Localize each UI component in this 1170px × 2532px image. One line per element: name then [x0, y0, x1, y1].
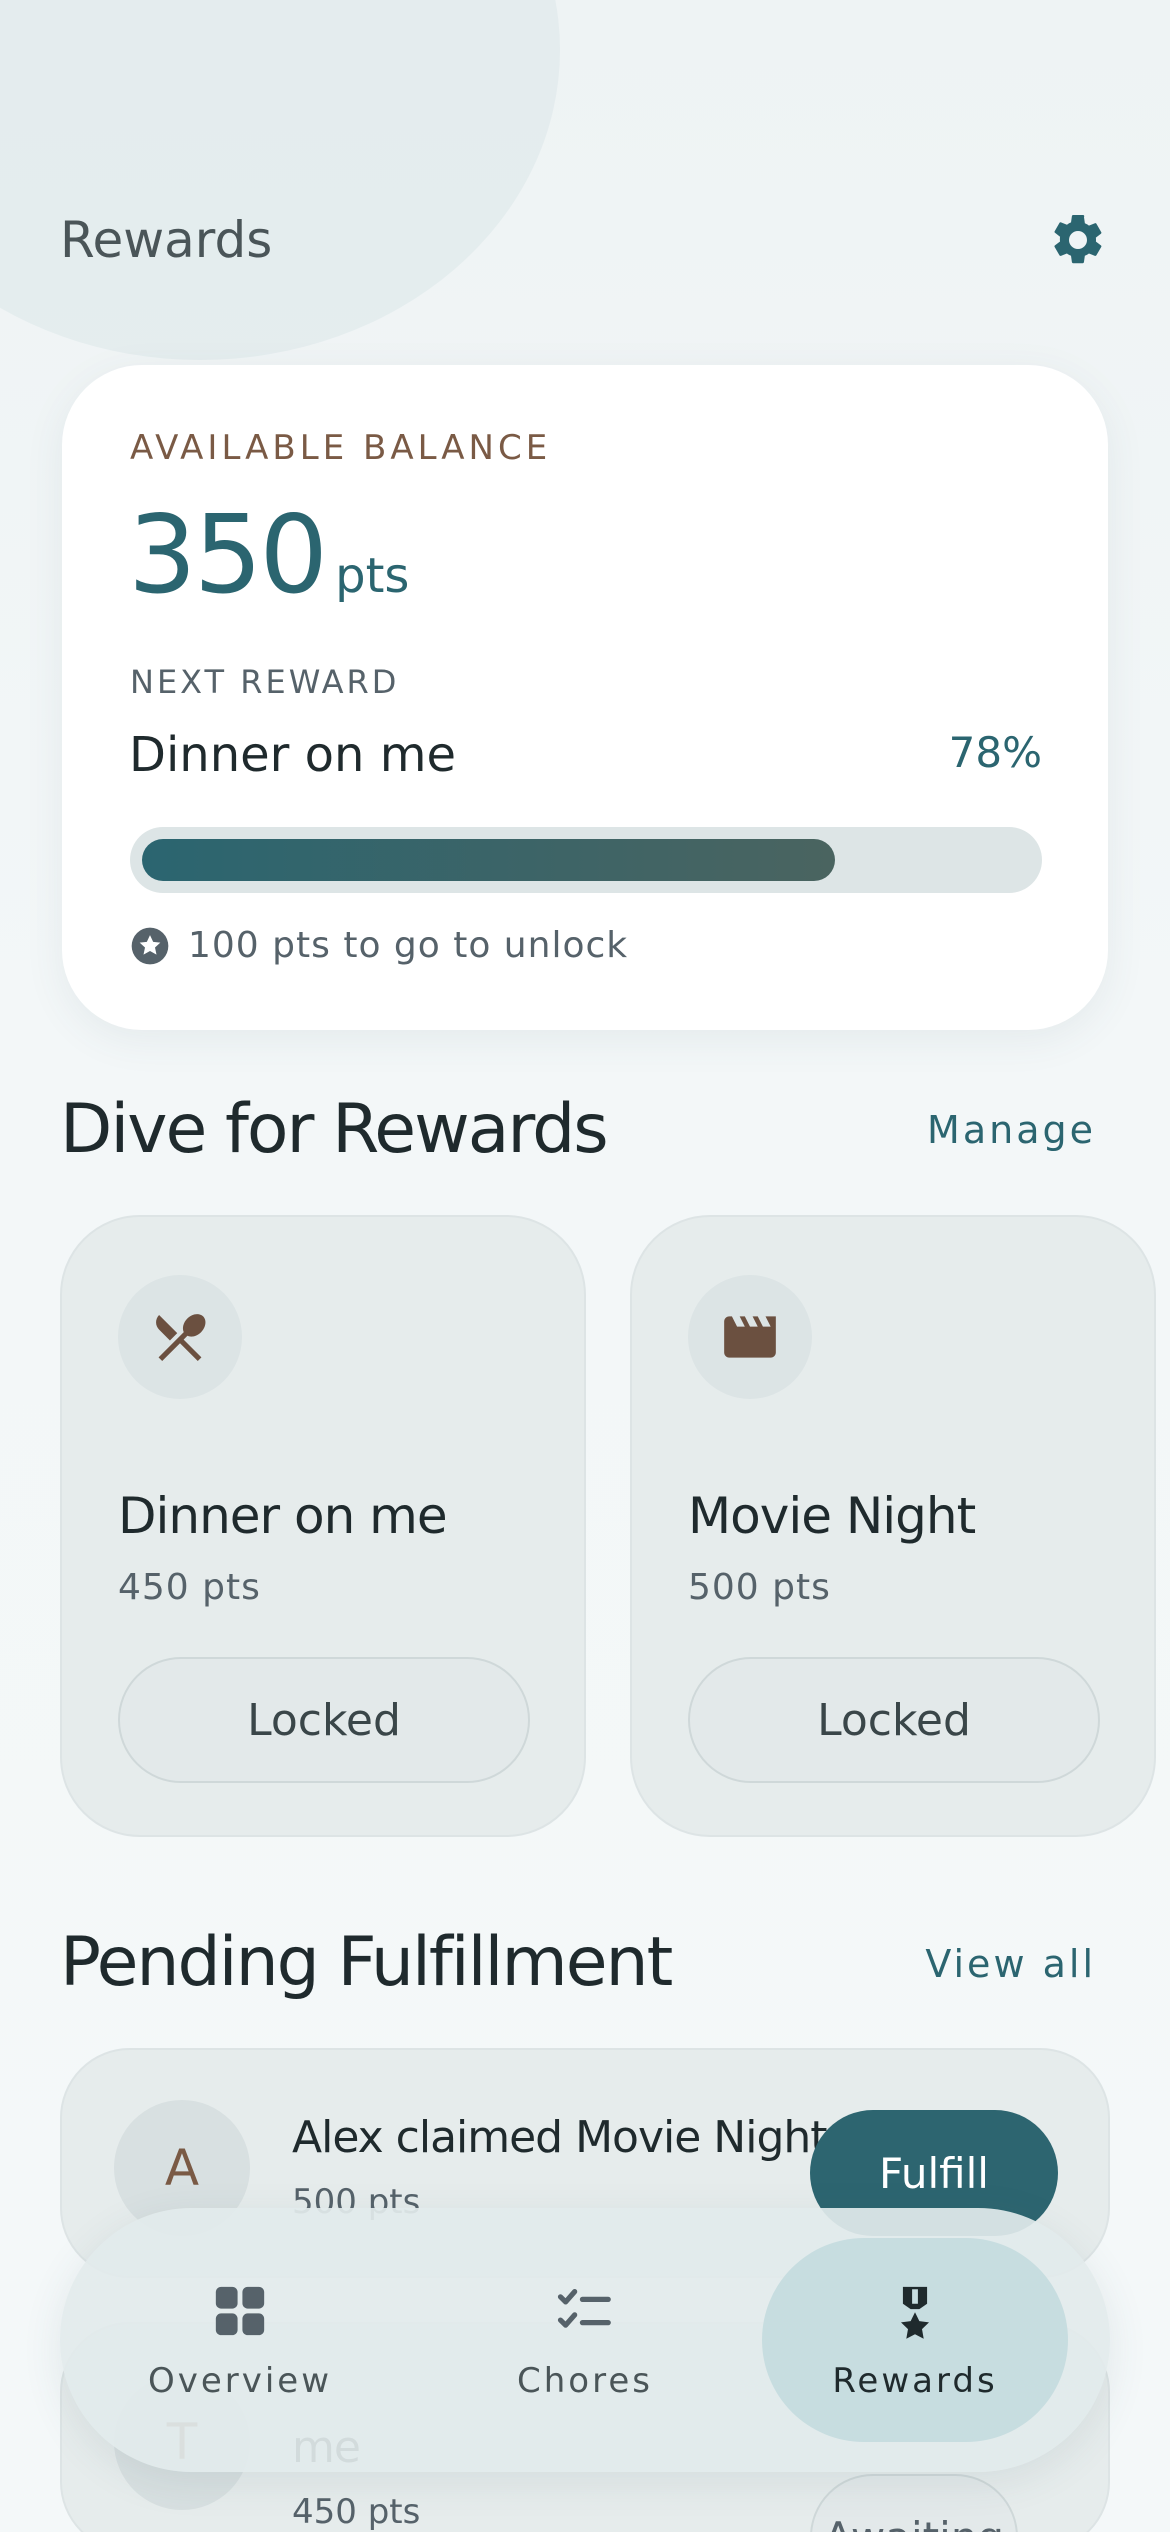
- nav-item-chores[interactable]: Chores: [445, 2238, 725, 2442]
- dive-section-title: Dive for Rewards: [60, 1090, 609, 1169]
- nav-item-rewards[interactable]: Rewards: [762, 2238, 1068, 2442]
- progress-bar-fill: [142, 839, 835, 881]
- awaiting-button[interactable]: Awaiting: [810, 2474, 1018, 2532]
- reward-card[interactable]: Movie Night 500 pts Locked: [630, 1215, 1156, 1837]
- locked-button[interactable]: Locked: [118, 1657, 530, 1783]
- reward-name: Movie Night: [688, 1487, 976, 1545]
- grid-icon: [208, 2279, 272, 2343]
- nav-item-overview[interactable]: Overview: [100, 2238, 380, 2442]
- locked-button[interactable]: Locked: [688, 1657, 1100, 1783]
- nav-label: Chores: [517, 2361, 653, 2401]
- rewards-screen: Rewards AVAILABLE BALANCE 350 pts NEXT R…: [0, 0, 1170, 2532]
- reward-points: 450 pts: [118, 1567, 261, 1608]
- balance-unit: pts: [335, 548, 410, 604]
- medal-icon: [883, 2279, 947, 2343]
- balance-card: AVAILABLE BALANCE 350 pts NEXT REWARD Di…: [62, 365, 1108, 1030]
- bottom-nav: Overview Chores Rewards: [60, 2208, 1110, 2472]
- reward-card[interactable]: Dinner on me 450 pts Locked: [60, 1215, 586, 1837]
- header: Rewards: [60, 200, 1110, 280]
- unlock-hint: 100 pts to go to unlock: [130, 925, 628, 966]
- background-blob: [0, 0, 560, 360]
- balance-number: 350: [128, 493, 328, 618]
- balance-label: AVAILABLE BALANCE: [130, 428, 552, 468]
- view-all-link[interactable]: View all: [925, 1942, 1096, 1986]
- pending-section-title: Pending Fulfillment: [60, 1923, 673, 2002]
- next-reward-name: Dinner on me: [129, 727, 456, 783]
- progress-bar: [130, 827, 1042, 893]
- pending-points: 450 pts: [292, 2492, 421, 2532]
- manage-link[interactable]: Manage: [927, 1108, 1096, 1152]
- next-reward-label: NEXT REWARD: [130, 663, 400, 701]
- balance-value: 350 pts: [128, 493, 409, 618]
- star-badge-icon: [130, 926, 170, 966]
- next-reward-percent: 78%: [948, 728, 1042, 777]
- fork-knife-icon: [118, 1275, 242, 1399]
- page-title: Rewards: [60, 211, 273, 269]
- clapperboard-icon: [688, 1275, 812, 1399]
- pending-title: Alex claimed Movie Night: [292, 2112, 828, 2163]
- checklist-icon: [553, 2279, 617, 2343]
- reward-name: Dinner on me: [118, 1487, 448, 1545]
- unlock-hint-text: 100 pts to go to unlock: [188, 925, 629, 966]
- settings-gear-icon[interactable]: [1046, 208, 1110, 272]
- reward-points: 500 pts: [688, 1567, 831, 1608]
- nav-label: Rewards: [832, 2361, 998, 2401]
- nav-label: Overview: [147, 2361, 333, 2401]
